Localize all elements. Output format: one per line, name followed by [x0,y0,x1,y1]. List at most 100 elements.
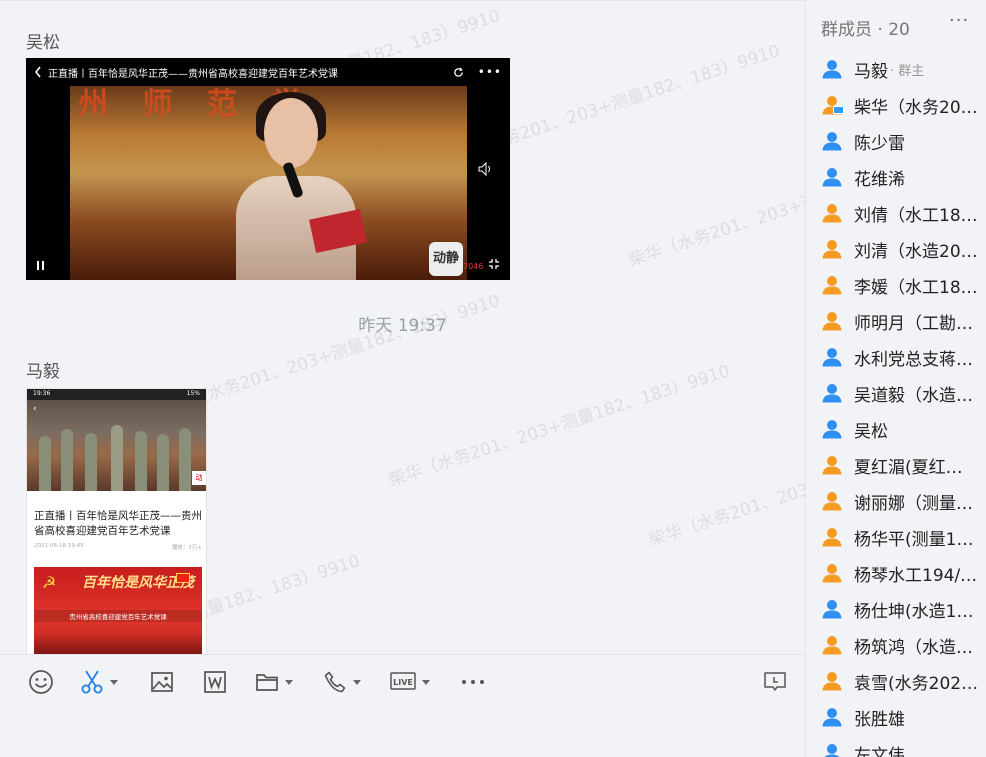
member-name: 张胜雄 [854,709,905,730]
refresh-icon[interactable] [453,67,464,78]
chevron-down-icon[interactable] [353,679,361,685]
member-item[interactable]: 夏红湄(夏红… [821,450,986,480]
member-name: 杨华平(测量1… [854,529,974,550]
chevron-down-icon[interactable] [285,679,293,685]
image-message[interactable]: 19:36 15% ‹ 动 正直播丨百年恰是风华正茂——贵州省高校喜迎建党百年艺… [26,388,207,654]
channel-badge: 动 [192,471,206,485]
member-item[interactable]: 花维浠 [821,162,986,192]
member-avatar-icon [821,526,843,548]
screen-share-icon [833,106,844,114]
more-tools-button[interactable] [461,667,485,697]
member-name: 左文伟 [854,745,905,757]
member-item[interactable]: 左文伟 [821,738,986,757]
member-role-badge: · 群主 [890,63,925,79]
back-icon[interactable] [34,66,42,78]
member-name: 陈少雷 [854,133,905,154]
member-name: 水利党总支蒋… [854,349,973,370]
member-avatar-icon [821,742,843,757]
member-item[interactable]: 杨筑鸿（水造… [821,630,986,660]
member-avatar-icon [821,598,843,620]
member-name: 袁雪(水务202… [854,673,979,694]
watermark: 柴华（水务201、203+测量182、183）9910 [626,141,805,271]
volume-icon[interactable] [478,162,494,176]
member-item[interactable]: 刘倩（水工18… [821,198,986,228]
member-avatar-icon [821,454,843,476]
emoji-button[interactable] [28,667,54,697]
member-item[interactable]: 刘清（水造20… [821,234,986,264]
word-icon [203,670,227,694]
video-message[interactable]: 州 师 范 学 正直播丨百年恰是风华正茂——贵州省高校喜迎建党百年艺术党课 ••… [26,58,510,280]
member-name: 刘清（水造20… [854,241,978,262]
member-avatar-icon [821,166,843,188]
member-item[interactable]: 杨仕坤(水造1… [821,594,986,624]
member-avatar-icon [821,562,843,584]
member-item[interactable]: 李媛（水工18… [821,270,986,300]
member-item[interactable]: 袁雪(水务202… [821,666,986,696]
member-avatar-icon [821,94,844,116]
poster-skyline [34,634,202,654]
chat-history-button[interactable] [763,667,787,697]
chevron-down-icon[interactable] [422,679,430,685]
member-avatar-icon [821,58,843,80]
send-document-button[interactable] [203,667,227,697]
member-item[interactable]: 杨琴水工194/… [821,558,986,588]
article-title: 正直播丨百年恰是风华正茂——贵州省高校喜迎建党百年艺术党课 [34,510,202,537]
member-avatar-icon [821,310,843,332]
video-title: 正直播丨百年恰是风华正茂——贵州省高校喜迎建党百年艺术党课 [48,68,338,80]
message-sender-name[interactable]: 吴松 [26,28,60,53]
member-name: 吴松 [854,421,888,442]
member-name: 花维浠 [854,169,905,190]
member-name: 柴华（水务201、203+测量182、183）9910 [854,97,984,118]
member-avatar-icon [821,670,843,692]
screenshot-photo: ‹ 动 [27,400,206,491]
member-item[interactable]: 柴华（水务201、203+测量182、183）9910 [821,90,986,120]
image-icon [150,670,174,694]
emoji-icon [28,669,54,695]
member-item[interactable]: 吴道毅（水造… [821,378,986,408]
member-avatar-icon [821,382,843,404]
scissors-icon [80,669,104,695]
send-image-button[interactable] [150,667,174,697]
article-meta: 2021-06-18 19:45 播放：7万+ [34,543,202,551]
member-item[interactable]: 杨华平(测量1… [821,522,986,552]
member-avatar-icon [821,130,843,152]
member-name: 谢丽娜（测量… [854,493,973,514]
member-avatar-icon [821,274,843,296]
chat-message-area[interactable]: 柴华（水务201、203+测量182、183）9910 柴华（水务201、203… [0,0,805,654]
video-top-bar: 正直播丨百年恰是风华正茂——贵州省高校喜迎建党百年艺术党课 ••• [26,58,510,86]
phone-status-bar: 19:36 15% [27,389,206,400]
watermark: 柴华（水务201、203+测量182、183）9910 [156,291,503,421]
member-item[interactable]: 陈少雷 [821,126,986,156]
watermark: 柴华（水务201、203+测量182、183）9910 [646,421,805,551]
member-item[interactable]: 谢丽娜（测量… [821,486,986,516]
screenshot-button[interactable] [80,667,118,697]
member-name: 李媛（水工18… [854,277,978,298]
voice-call-button[interactable] [323,667,361,697]
member-item[interactable]: 水利党总支蒋… [821,342,986,372]
message-timestamp: 昨天 19:37 [358,316,447,336]
video-more-icon[interactable]: ••• [478,65,502,79]
member-item[interactable]: 吴松 [821,414,986,444]
video-presenter [236,92,367,280]
phone-icon [323,670,347,694]
group-member-panel[interactable]: 群成员 · 20 ··· 马毅· 群主柴华（水务201、203+测量182、18… [805,0,986,757]
pause-icon[interactable] [36,260,45,271]
member-avatar-icon [821,418,843,440]
send-file-button[interactable] [255,667,293,697]
svg-text:LIVE: LIVE [393,678,413,687]
message-sender-name[interactable]: 马毅 [26,357,60,382]
member-name: 马毅 [854,61,888,82]
exit-fullscreen-icon[interactable] [488,258,500,270]
input-toolbar: LIVE [0,654,805,757]
live-icon: LIVE [390,671,416,693]
poster-subtitle: 贵州省高校喜迎建党百年艺术党课 [34,610,202,622]
video-channel-logo: 动静 [429,242,463,276]
chevron-down-icon[interactable] [110,679,118,685]
member-item[interactable]: 马毅 · 群主 [821,54,986,84]
member-name: 夏红湄(夏红… [854,457,963,478]
member-name: 吴道毅（水造… [854,385,973,406]
member-item[interactable]: 张胜雄 [821,702,986,732]
member-more-icon[interactable]: ··· [949,10,969,31]
live-button[interactable]: LIVE [390,667,430,697]
member-item[interactable]: 师明月（工勘… [821,306,986,336]
